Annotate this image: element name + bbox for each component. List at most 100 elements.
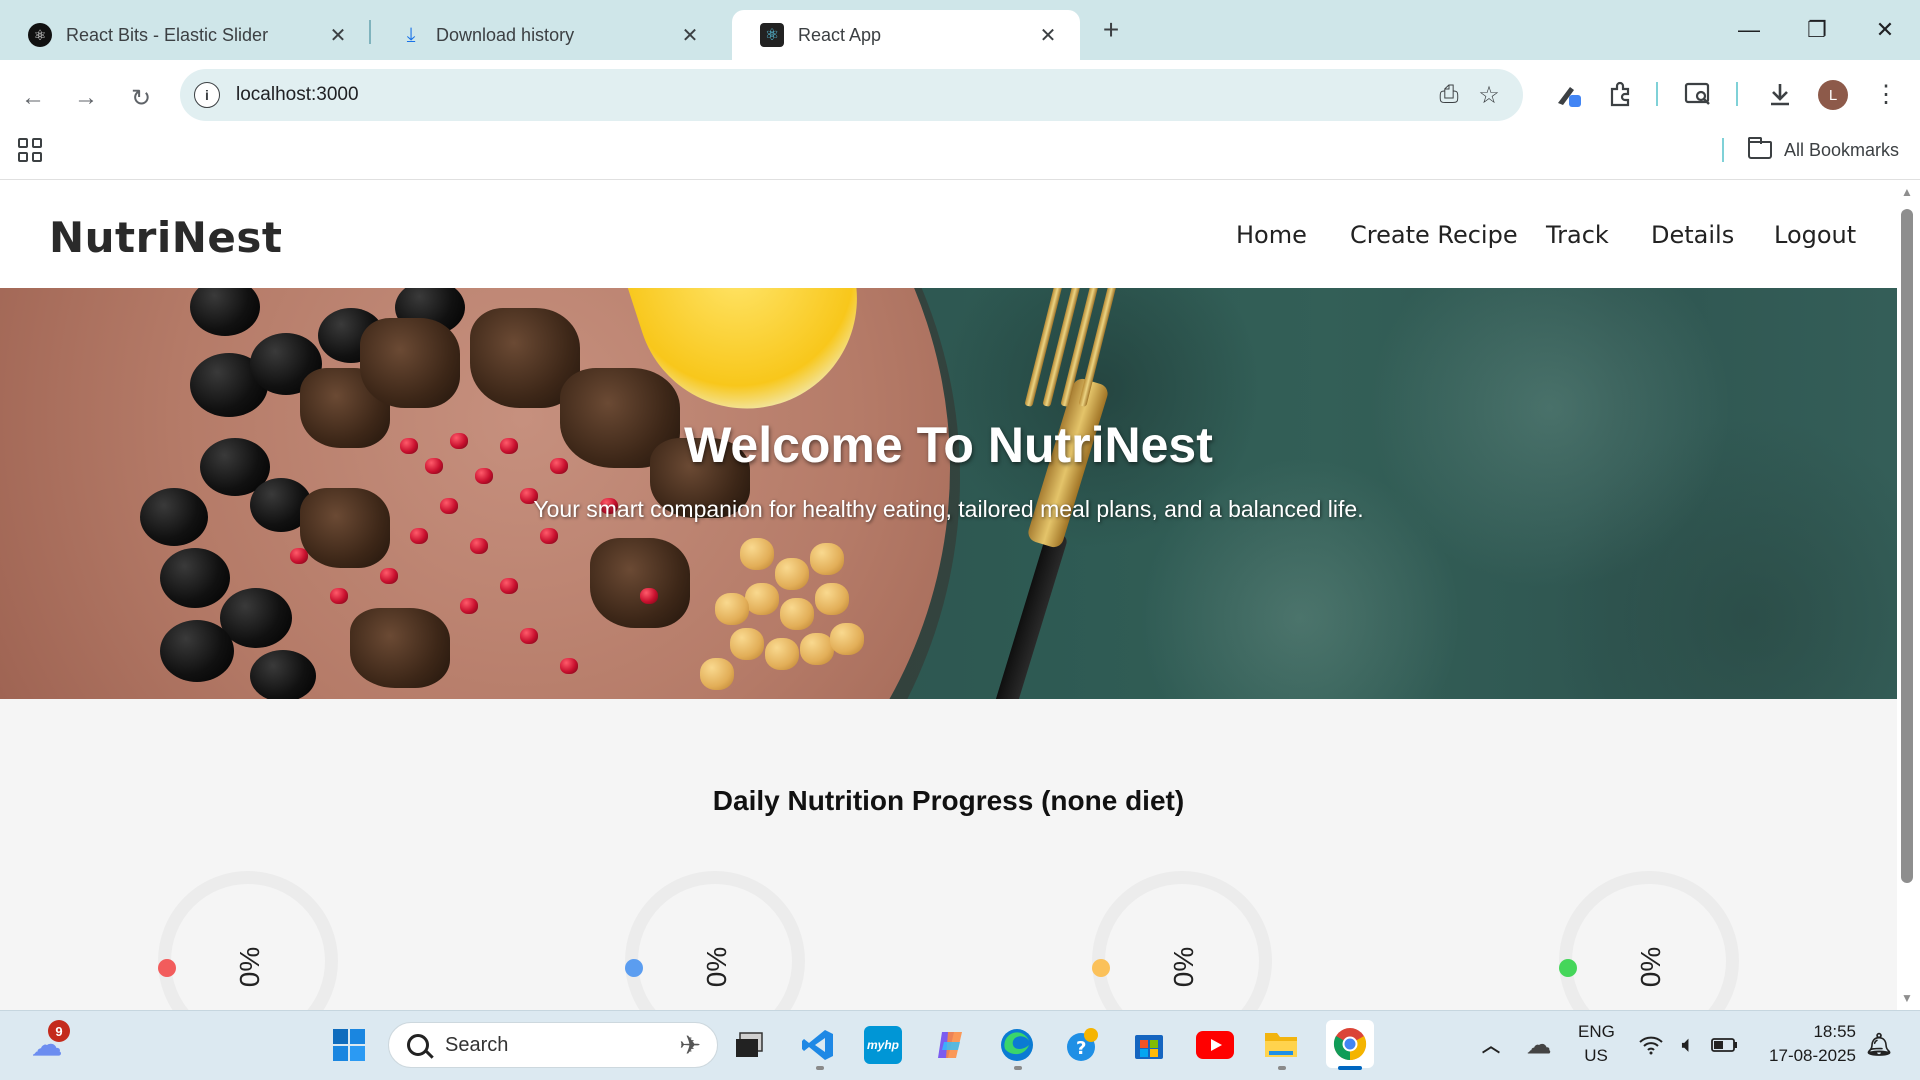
chickpea (775, 558, 809, 590)
progress-percent: 0% (1635, 946, 1667, 988)
task-view-icon[interactable] (728, 1024, 770, 1066)
nav-details[interactable]: Details (1651, 221, 1734, 249)
progress-color-dot (1092, 959, 1110, 977)
progress-color-dot (158, 959, 176, 977)
wifi-icon[interactable] (1630, 1024, 1672, 1066)
app-active-indicator (1338, 1066, 1362, 1070)
site-info-icon[interactable]: i (194, 82, 220, 108)
progress-card-4: 0% (1559, 871, 1739, 1010)
progress-percent: 0% (701, 946, 733, 988)
tab-title: React Bits - Elastic Slider (66, 24, 269, 45)
progress-card-2: 0% (625, 871, 805, 1010)
downloads-icon[interactable] (1760, 74, 1800, 114)
forward-arrow-icon[interactable]: → (66, 78, 106, 118)
youtube-icon[interactable] (1194, 1024, 1236, 1066)
pomegranate-seed (380, 568, 398, 584)
vscode-icon[interactable] (797, 1024, 839, 1066)
back-arrow-icon[interactable]: ← (13, 78, 53, 118)
all-bookmarks-button[interactable]: All Bookmarks (1748, 135, 1899, 165)
scroll-down-arrow[interactable]: ▼ (1900, 991, 1914, 1005)
download-icon: ⤓ (406, 23, 416, 46)
reload-icon[interactable]: ↻ (121, 78, 161, 118)
windows-start-icon[interactable] (328, 1024, 370, 1066)
search-highlight-icon: ✈ (679, 1029, 701, 1060)
pomegranate-seed (540, 528, 558, 544)
show-hidden-icons-chevron[interactable]: ︿ (1470, 1024, 1512, 1066)
app-running-indicator (1278, 1066, 1286, 1070)
progress-card-3: 0% (1092, 871, 1272, 1010)
url-text[interactable]: localhost:3000 (236, 84, 1429, 106)
nav-logout[interactable]: Logout (1774, 221, 1856, 249)
notification-badge: 9 (48, 1020, 70, 1042)
new-tab-button[interactable]: + (1095, 14, 1127, 46)
minimize-icon[interactable]: — (1724, 10, 1774, 50)
extensions-puzzle-icon[interactable] (1600, 74, 1640, 114)
pomegranate-seed (290, 548, 308, 564)
chickpea (780, 598, 814, 630)
microsoft-store-icon[interactable] (1128, 1024, 1170, 1066)
chickpea (745, 583, 779, 615)
close-tab-icon[interactable]: ✕ (676, 21, 704, 49)
nav-home[interactable]: Home (1236, 221, 1307, 249)
olive-image (160, 620, 234, 682)
volume-icon[interactable]: 🔈︎ (1667, 1024, 1709, 1066)
tab-react-bits[interactable]: ⚛ React Bits - Elastic Slider ✕ (0, 10, 370, 60)
pomegranate-seed (520, 628, 538, 644)
file-explorer-icon[interactable] (1260, 1024, 1302, 1066)
chrome-browser-icon[interactable] (1326, 1020, 1374, 1068)
tab-title: React App (798, 24, 882, 45)
notifications-bell-icon[interactable]: 🔔︎ (1858, 1024, 1900, 1066)
clock-time[interactable]: 18:55 (1756, 1022, 1856, 1042)
more-menu-icon[interactable]: ⋮ (1866, 74, 1906, 114)
battery-icon[interactable] (1704, 1024, 1746, 1066)
apps-grid-icon[interactable] (18, 138, 42, 162)
onedrive-cloud-icon[interactable]: ☁ (1518, 1024, 1560, 1066)
react-bits-icon: ⚛ (28, 23, 52, 47)
chickpea (765, 638, 799, 670)
nav-track[interactable]: Track (1546, 221, 1609, 249)
address-bar[interactable]: i localhost:3000 ⎙ ☆ (180, 69, 1523, 121)
search-placeholder: Search (445, 1033, 509, 1056)
meat-piece-image (590, 538, 690, 628)
app-header: NutriNest Home Create Recipe Track Detai… (0, 181, 1897, 288)
close-tab-icon[interactable]: ✕ (1034, 21, 1062, 49)
clock-date[interactable]: 17-08-2025 (1756, 1046, 1856, 1066)
tab-react-app[interactable]: ⚛ React App ✕ (732, 10, 1080, 60)
chickpea (715, 593, 749, 625)
close-window-icon[interactable]: ✕ (1860, 10, 1910, 50)
nav-create-recipe[interactable]: Create Recipe (1350, 221, 1518, 249)
chickpea (800, 633, 834, 665)
extension-pen-icon[interactable] (1549, 74, 1589, 114)
progress-ring (625, 871, 805, 1010)
copilot-icon[interactable] (930, 1024, 972, 1066)
language-indicator[interactable]: ENG (1578, 1022, 1615, 1042)
bookmark-star-icon[interactable]: ☆ (1469, 75, 1509, 115)
progress-section-title: Daily Nutrition Progress (none diet) (712, 785, 1185, 816)
svg-text:?: ? (1076, 1038, 1086, 1059)
chickpea (810, 543, 844, 575)
all-bookmarks-label: All Bookmarks (1784, 139, 1900, 160)
pomegranate-seed (460, 598, 478, 614)
restore-icon[interactable]: ❐ (1792, 10, 1842, 50)
hero-title: Welcome To NutriNest (684, 417, 1213, 473)
app-running-indicator (816, 1066, 824, 1070)
scroll-up-arrow[interactable]: ▲ (1900, 185, 1914, 199)
region-indicator[interactable]: US (1578, 1046, 1614, 1066)
progress-ring (1092, 871, 1272, 1010)
profile-avatar[interactable]: L (1818, 80, 1848, 110)
tab-download-history[interactable]: ⤓ Download history ✕ (372, 10, 722, 60)
chickpea (815, 583, 849, 615)
close-tab-icon[interactable]: ✕ (324, 21, 352, 49)
get-help-icon[interactable]: ? (1062, 1024, 1104, 1066)
edge-browser-icon[interactable] (996, 1024, 1038, 1066)
myhp-icon[interactable]: myhp (864, 1026, 902, 1064)
progress-percent: 0% (1168, 946, 1200, 988)
tab-search-icon[interactable] (1678, 74, 1718, 114)
brand-logo[interactable]: NutriNest (49, 213, 282, 262)
pomegranate-seed (330, 588, 348, 604)
hero-banner: Welcome To NutriNest Your smart companio… (0, 288, 1897, 699)
taskbar-search-box[interactable]: Search ✈ (388, 1022, 718, 1068)
scroll-thumb[interactable] (1901, 209, 1913, 883)
page-viewport: NutriNest Home Create Recipe Track Detai… (0, 181, 1897, 1010)
install-app-icon[interactable]: ⎙ (1429, 75, 1469, 115)
